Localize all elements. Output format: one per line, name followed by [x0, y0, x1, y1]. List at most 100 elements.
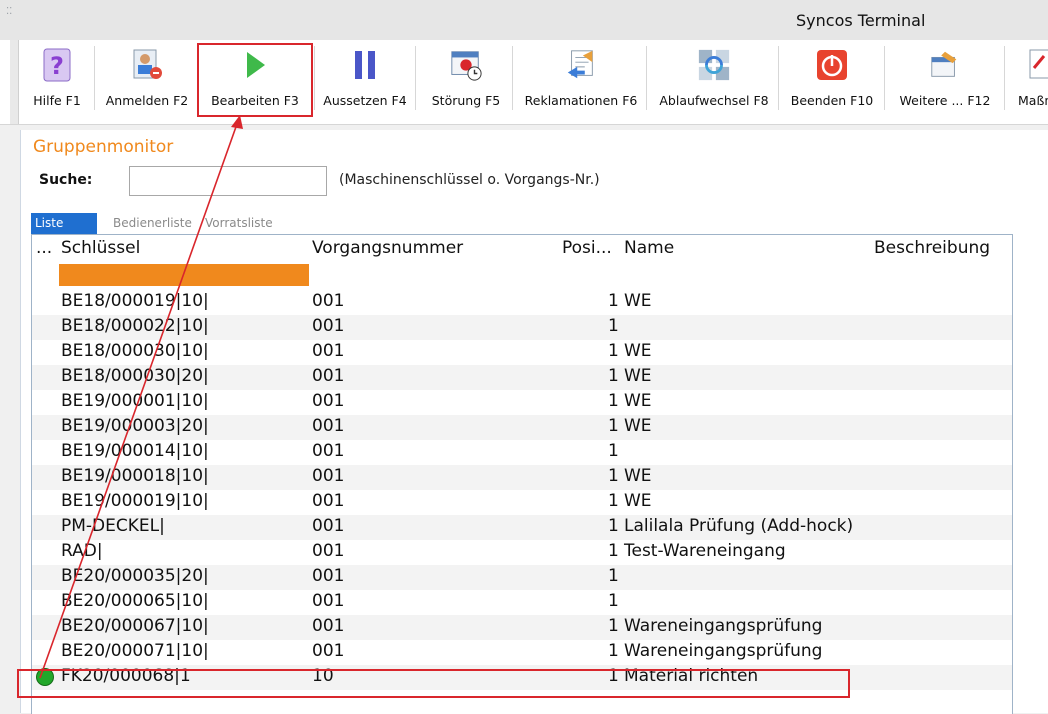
cell-key: BE20/000071|10| [61, 641, 209, 661]
help-icon: ? [40, 48, 74, 82]
complaint-icon [564, 48, 598, 82]
active-row-highlight [17, 669, 850, 698]
cell-position: 1 [608, 416, 619, 436]
column-header-description[interactable]: Beschreibung [874, 238, 990, 258]
panel-title: Gruppenmonitor [33, 137, 174, 157]
cell-operation: 001 [312, 391, 345, 411]
toolbar-grip [10, 40, 19, 124]
column-header-operation[interactable]: Vorgangsnummer [312, 238, 463, 258]
group-table: ... Schlüssel Vorgangsnummer Posi... Nam… [31, 234, 1013, 714]
toolbar-separator [94, 46, 95, 110]
cell-key: BE20/000065|10| [61, 591, 209, 611]
table-row[interactable]: PM-DECKEL| 001 1 Lalilala Prüfung (Add-hock… [32, 515, 1012, 540]
measures-button-label: Maßn [1018, 93, 1048, 108]
cell-name: WE [624, 391, 652, 411]
toolbar-separator [884, 46, 885, 110]
cell-key: BE20/000067|10| [61, 616, 209, 636]
fault-button[interactable]: Störung F5 [420, 40, 512, 124]
table-row[interactable]: BE19/000003|20| 001 1 WE [32, 415, 1012, 440]
cell-operation: 001 [312, 291, 345, 311]
cell-operation: 001 [312, 441, 345, 461]
tab-operator-list[interactable]: Bedienerliste [113, 213, 192, 234]
tab-list[interactable]: Liste [31, 213, 97, 234]
cell-name: WE [624, 416, 652, 436]
search-input[interactable] [129, 166, 327, 196]
column-header-name[interactable]: Name [624, 238, 674, 258]
cell-name: WE [624, 466, 652, 486]
table-row[interactable]: BE20/000071|10| 001 1 Wareneingangsprüfung [32, 640, 1012, 665]
cell-position: 1 [608, 516, 619, 536]
cell-position: 1 [608, 591, 619, 611]
toolbar: ? Hilfe F1 Anmelden F2 Bearbeiten F3 Aus… [0, 40, 1048, 125]
cell-operation: 001 [312, 366, 345, 386]
cell-name: WE [624, 491, 652, 511]
more-button[interactable]: Weitere ... F12 [888, 40, 1002, 124]
window-title: Syncos Terminal [796, 11, 926, 30]
app-menu-icon[interactable]: ⁚⁚ [6, 6, 22, 22]
group-monitor-panel: Gruppenmonitor Suche: (Maschinenschlüsse… [20, 130, 1048, 714]
cell-key: BE18/000030|10| [61, 341, 209, 361]
column-header-position[interactable]: Posi... [562, 238, 612, 258]
pause-button[interactable]: Aussetzen F4 [318, 40, 412, 124]
cell-operation: 001 [312, 616, 345, 636]
table-row[interactable]: BE19/000014|10| 001 1 [32, 440, 1012, 465]
tab-stock-list[interactable]: Vorratsliste [205, 213, 273, 234]
cell-position: 1 [608, 391, 619, 411]
power-icon [815, 48, 849, 82]
cell-operation: 001 [312, 541, 345, 561]
cell-position: 1 [608, 491, 619, 511]
cell-position: 1 [608, 566, 619, 586]
svg-text:?: ? [50, 52, 64, 80]
cell-name: Lalilala Prüfung (Add-hock) [624, 516, 854, 536]
table-row[interactable]: BE18/000030|20| 001 1 WE [32, 365, 1012, 390]
cell-name: Test-Wareneingang [624, 541, 786, 561]
cell-operation: 001 [312, 416, 345, 436]
flow-switch-button[interactable]: Ablaufwechsel F8 [652, 40, 776, 124]
cell-name: WE [624, 341, 652, 361]
calendar-alert-icon [449, 48, 483, 82]
table-row[interactable]: BE18/000030|10| 001 1 WE [32, 340, 1012, 365]
column-header-key[interactable]: Schlüssel [61, 238, 140, 258]
help-button[interactable]: ? Hilfe F1 [22, 40, 92, 124]
cell-key: BE19/000014|10| [61, 441, 209, 461]
table-row[interactable]: BE18/000022|10| 001 1 [32, 315, 1012, 340]
toolbar-separator [415, 46, 416, 110]
quit-button[interactable]: Beenden F10 [782, 40, 882, 124]
cell-position: 1 [608, 291, 619, 311]
table-row[interactable]: BE18/000019|10| 001 1 WE [32, 290, 1012, 315]
title-bar: ⁚⁚ Syncos Terminal [0, 0, 1048, 41]
table-row[interactable]: BE19/000018|10| 001 1 WE [32, 465, 1012, 490]
key-filter-input[interactable] [59, 264, 309, 286]
cell-operation: 001 [312, 316, 345, 336]
cell-position: 1 [608, 341, 619, 361]
pause-icon [348, 48, 382, 82]
toolbar-separator [646, 46, 647, 110]
switch-flow-icon [697, 48, 731, 82]
table-row[interactable]: BE20/000067|10| 001 1 Wareneingangsprüfung [32, 615, 1012, 640]
cell-position: 1 [608, 466, 619, 486]
table-row[interactable]: BE20/000065|10| 001 1 [32, 590, 1012, 615]
cell-name: WE [624, 291, 652, 311]
cell-key: BE18/000019|10| [61, 291, 209, 311]
cell-position: 1 [608, 366, 619, 386]
table-row[interactable]: BE19/000019|10| 001 1 WE [32, 490, 1012, 515]
table-row[interactable]: BE19/000001|10| 001 1 WE [32, 390, 1012, 415]
more-button-label: Weitere ... F12 [899, 93, 991, 108]
login-button-label: Anmelden F2 [105, 93, 189, 108]
cell-key: BE18/000022|10| [61, 316, 209, 336]
login-button[interactable]: Anmelden F2 [100, 40, 194, 124]
edit-button-highlight [197, 43, 313, 117]
table-row[interactable]: RAD| 001 1 Test-Wareneingang [32, 540, 1012, 565]
measures-icon [1020, 48, 1048, 82]
complaints-button[interactable]: Reklamationen F6 [518, 40, 644, 124]
cell-operation: 001 [312, 491, 345, 511]
measures-button[interactable]: Maßn [1008, 40, 1048, 124]
cell-name: WE [624, 366, 652, 386]
help-button-label: Hilfe F1 [33, 93, 81, 108]
cell-position: 1 [608, 541, 619, 561]
cell-position: 1 [608, 616, 619, 636]
cell-key: BE19/000019|10| [61, 491, 209, 511]
search-label: Suche: [39, 172, 93, 188]
column-header-menu[interactable]: ... [36, 238, 52, 258]
table-row[interactable]: BE20/000035|20| 001 1 [32, 565, 1012, 590]
